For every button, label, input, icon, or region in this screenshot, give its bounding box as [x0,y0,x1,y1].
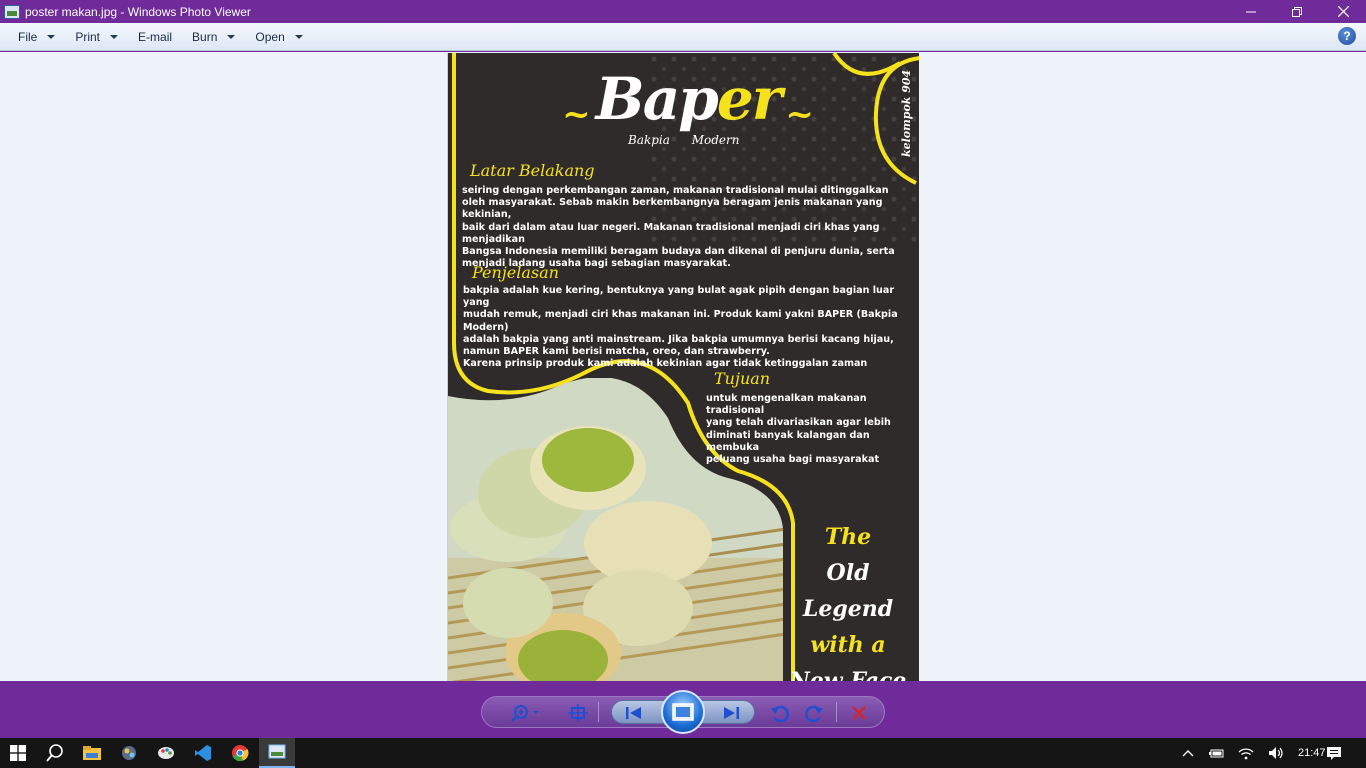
start-icon [10,745,26,761]
tagline-line-1: The [824,524,872,550]
heading-penjelasan: Penjelasan [472,263,559,282]
poster-image: ~ Baper ~ Bakpia Modern kelompok 904 Lat… [447,53,919,681]
tagline-line-2: Old Legend [802,560,894,622]
action-center-button[interactable] [1316,738,1352,768]
brand-logo: ~ Baper ~ [558,65,818,135]
app-icon [122,746,136,760]
rotate-counterclockwise-button[interactable] [769,704,791,722]
volume-icon[interactable] [1268,746,1284,760]
menu-burn[interactable]: Burn [182,26,245,48]
search-icon [46,744,63,762]
minimize-button[interactable] [1228,0,1274,23]
delete-icon [852,706,866,720]
wifi-icon[interactable] [1238,746,1254,760]
search-button[interactable] [37,738,73,768]
group-label: kelompok 904 [900,69,913,157]
delete-button[interactable] [848,704,870,722]
taskbar-vscode[interactable] [185,738,221,768]
zoom-button[interactable] [509,704,543,722]
taskbar: 21:47 [0,738,1366,768]
menu-print-label: Print [75,29,101,44]
previous-button[interactable] [623,704,645,722]
close-button[interactable] [1320,0,1366,23]
tagline: The Old Legend with a New Face [778,519,918,681]
vscode-icon [195,745,211,761]
menu-file[interactable]: File [8,26,65,48]
taskbar-paint[interactable] [148,738,184,768]
help-button[interactable]: ? [1338,27,1356,45]
previous-icon [626,707,641,719]
tagline-line-4: New Face [789,668,907,681]
text-tujuan: untuk mengenalkan makanan tradisional ya… [706,393,891,466]
separator [598,702,599,722]
next-button[interactable] [720,704,742,722]
brand-name-yellow: er [716,65,782,133]
battery-icon[interactable] [1208,747,1224,759]
brand-subtitle: Bakpia Modern [628,133,740,147]
restore-button[interactable] [1274,0,1320,23]
viewer-controls [0,681,1366,738]
rotate-counterclockwise-icon [771,705,789,722]
text-latar-belakang: seiring dengan perkembangan zaman, makan… [462,185,895,270]
brand-name-white: Bap [595,65,719,133]
menu-bar: File Print E-mail Burn Open ? [0,23,1366,51]
title-bar: poster makan.jpg - Windows Photo Viewer [0,0,1366,23]
next-icon [724,707,739,719]
taskbar-app[interactable] [111,738,147,768]
heading-latar-belakang: Latar Belakang [470,161,595,180]
close-icon [1337,6,1349,17]
minimize-icon [1246,11,1256,12]
menu-print[interactable]: Print [65,26,128,48]
menu-email-label: E-mail [138,29,173,44]
photo-viewer-icon [268,744,286,759]
restore-icon [1292,6,1302,17]
chrome-icon [232,745,249,762]
photo-viewer-icon [4,4,20,19]
chevron-down-icon [294,34,303,39]
separator [836,702,837,722]
actual-size-button[interactable] [567,704,589,722]
image-viewer[interactable]: ~ Baper ~ Bakpia Modern kelompok 904 Lat… [0,52,1366,681]
rotate-clockwise-icon [805,705,823,722]
chevron-down-icon [47,34,56,39]
taskbar-chrome[interactable] [222,738,258,768]
window-title: poster makan.jpg - Windows Photo Viewer [25,4,251,19]
text-penjelasan: bakpia adalah kue kering, bentuknya yang… [463,285,898,370]
menu-burn-label: Burn [192,29,218,44]
brand-tilde-left: ~ [562,94,591,135]
zoom-icon [511,705,539,722]
rotate-clockwise-button[interactable] [803,704,825,722]
slideshow-icon [672,703,694,721]
menu-open[interactable]: Open [245,26,312,48]
slideshow-button[interactable] [661,690,705,734]
brand-tilde-right: ~ [785,94,814,135]
menu-file-label: File [18,29,38,44]
menu-open-label: Open [255,29,285,44]
file-explorer-icon [83,746,101,760]
chevron-up-icon[interactable] [1182,749,1194,757]
start-button[interactable] [0,738,36,768]
taskbar-photo-viewer[interactable] [259,738,295,768]
actual-size-icon [568,704,588,722]
system-tray: 21:47 [1182,738,1326,768]
window-controls [1228,0,1366,23]
taskbar-file-explorer[interactable] [74,738,110,768]
paint-icon [158,747,174,759]
menu-email[interactable]: E-mail [128,26,182,48]
chevron-down-icon [227,34,236,39]
notification-icon [1327,746,1341,760]
help-icon: ? [1343,29,1351,43]
tagline-line-3: with a [810,632,886,658]
chevron-down-icon [110,34,119,39]
heading-tujuan: Tujuan [714,369,771,388]
